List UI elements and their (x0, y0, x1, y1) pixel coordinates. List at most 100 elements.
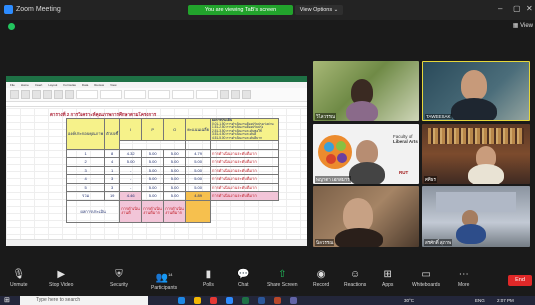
share-banner: You are viewing TaB's screen (188, 5, 293, 15)
colorful-circle-graphic (318, 135, 352, 169)
record-icon: ◉ (316, 269, 326, 280)
more-icon: ⋯ (458, 269, 469, 280)
chat-icon: 💬 (237, 269, 250, 280)
view-button[interactable]: ▦ View (513, 22, 533, 29)
total-row: รวม 19 4.46 5.00 5.00 4.89 การดำเนินงานระดั… (65, 191, 279, 201)
chat-button[interactable]: 💬 Chat (237, 269, 249, 288)
word-taskbar-icon[interactable] (258, 297, 265, 304)
table-row: 53 -5.00 5.00 5.00 การดำเนินงานระดับดีมาก (65, 182, 279, 192)
participant-silhouette (468, 164, 504, 184)
meeting-toolbar: 🎙 Unmute ▶ Stop Video ⛨ Security 👥14 Partici… (0, 269, 535, 296)
video-tile[interactable]: ศศิธร (422, 124, 530, 184)
app-title: Zoom Meeting (4, 5, 61, 14)
share-screen-button[interactable]: ⇧ Share Screen (267, 269, 298, 288)
header-cell: O (163, 118, 187, 141)
powerpoint-taskbar-icon[interactable] (274, 297, 281, 304)
whiteboard-icon: ▭ (421, 269, 431, 280)
participants-count: 14 (168, 272, 173, 277)
polls-icon: ▮ (205, 269, 212, 280)
header-cell: องค์ประกอบคุณภาพ (65, 118, 106, 150)
end-button[interactable]: End (508, 275, 532, 286)
table-row: 18 4.32 5.00 5.00 4.79 การดำเนินงานระดับดี… (65, 148, 279, 158)
participant-silhouette (356, 140, 378, 164)
windows-taskbar: ⊞ Type here to search 30°C ENG 2:07 PM (0, 296, 535, 305)
participant-name: TAWEESAK (425, 114, 452, 119)
participant-silhouette (346, 101, 378, 121)
view-options-button[interactable]: View Options ⌄ (295, 5, 343, 15)
video-tile[interactable]: นิลวรรณ (313, 186, 419, 247)
edge-browser-icon[interactable] (178, 297, 185, 304)
bookshelf-background (428, 128, 524, 144)
participant-silhouette (349, 162, 385, 184)
shared-screen[interactable]: File Home Insert Layout Formulas Data Review Vi… (6, 76, 307, 246)
room-background (436, 192, 516, 212)
apps-button[interactable]: ⊞ Apps (382, 269, 393, 288)
participant-silhouette (456, 224, 486, 244)
participants-button[interactable]: 👥14 Participants (151, 269, 177, 291)
rut-logo: RUT (399, 170, 409, 175)
weather-indicator[interactable]: 30°C (404, 296, 414, 305)
participant-silhouette (461, 70, 487, 100)
file-explorer-icon[interactable] (194, 297, 201, 304)
clock[interactable]: 2:07 PM (497, 296, 514, 305)
quality-table: องค์ประกอบคุณภาพ ตัวบ่งชี้ I P O คะแนนเฉ… (65, 118, 279, 223)
zoom-logo-icon (4, 5, 13, 14)
teams-taskbar-icon[interactable] (290, 297, 297, 304)
shield-icon: ⛨ (115, 269, 123, 280)
participant-name: วิไลวรรณ (315, 113, 337, 120)
header-cell: คะแนนเฉลี่ย (185, 118, 211, 141)
video-tile[interactable]: วิไลวรรณ (313, 61, 419, 121)
maximize-icon[interactable]: ▢ (513, 4, 521, 13)
unmute-button[interactable]: 🎙 Unmute (10, 269, 28, 288)
participant-silhouette (451, 98, 497, 120)
apps-icon: ⊞ (383, 269, 392, 280)
record-button[interactable]: ◉ Record (313, 269, 329, 288)
criteria-line: 4.51-5.00 การดำเนินงานระดับดีมาก (211, 135, 262, 140)
table-row: 31 -5.00 5.00 5.00 การดำเนินงานระดับดีมาก (65, 165, 279, 175)
participant-name: นิลวรรณ (315, 239, 335, 246)
criteria-cell: ผลการประเมิน 0.01-1.50 การดำเนินงานต้องป… (209, 118, 279, 141)
excel-status-bar (6, 239, 307, 246)
table-row: 43 -5.00 5.00 5.00 การดำเนินงานระดับดีมาก (65, 174, 279, 184)
assessment-row: ผลการประเมิน การดำเนินงานดี การดำเนินงาน… (65, 199, 279, 223)
participant-name: สรศักดิ์ สุภาพ (424, 239, 453, 246)
excel-formula-bar (6, 102, 307, 107)
participant-name: พญาดา เอกสมาร (315, 176, 351, 183)
share-screen-icon: ⇧ (278, 269, 287, 280)
participant-silhouette (343, 198, 373, 232)
language-indicator[interactable]: ENG (475, 296, 485, 305)
video-tile[interactable]: สรศักดิ์ สุภาพ (422, 186, 530, 247)
header-cell: ตัวบ่งชี้ (104, 118, 121, 150)
chrome-icon[interactable] (210, 297, 217, 304)
whiteboards-button[interactable]: ▭ Whiteboards (412, 269, 440, 288)
excel-taskbar-icon[interactable] (242, 297, 249, 304)
microphone-muted-icon: 🎙 (12, 269, 26, 280)
minimize-icon[interactable]: – (498, 4, 502, 13)
title-bar: Zoom Meeting You are viewing TaB's scree… (0, 0, 535, 20)
app-name: Zoom Meeting (16, 6, 61, 13)
video-tile[interactable]: Faculty of Liberal Arts RUT พญาดา เอกสมาร (313, 124, 419, 184)
encryption-status-icon[interactable] (8, 23, 15, 30)
participant-name: ศศิธร (424, 176, 437, 183)
close-icon[interactable]: ✕ (526, 4, 533, 13)
table-row: 24 5.00 5.00 5.00 5.00 การดำเนินงานระดับดี… (65, 157, 279, 167)
polls-button[interactable]: ▮ Polls (203, 269, 214, 288)
reactions-button[interactable]: ☺ Reactions (344, 269, 366, 288)
stop-video-button[interactable]: ▶ Stop Video (49, 269, 73, 288)
video-camera-icon: ▶ (57, 269, 66, 280)
participant-silhouette (335, 228, 383, 247)
header-cell: I (119, 118, 143, 141)
video-tile-active-speaker[interactable]: TAWEESAK (422, 61, 530, 121)
participants-icon: 👥14 (155, 272, 173, 284)
excel-ribbon (6, 88, 307, 102)
taskbar-search-input[interactable]: Type here to search (20, 296, 148, 305)
more-button[interactable]: ⋯ More (458, 269, 469, 288)
security-button[interactable]: ⛨ Security (110, 269, 128, 288)
zoom-window: Zoom Meeting You are viewing TaB's scree… (0, 0, 535, 305)
sheet-title: ตารางที่ 2 การวิเคราะห์คุณภาพการศึกษาตาม… (50, 112, 157, 117)
zoom-taskbar-icon[interactable] (226, 297, 233, 304)
reactions-icon: ☺ (350, 269, 361, 280)
header-cell: P (141, 118, 165, 141)
faculty-logo-text: Faculty of Liberal Arts (393, 134, 418, 144)
windows-start-icon[interactable]: ⊞ (4, 297, 10, 304)
